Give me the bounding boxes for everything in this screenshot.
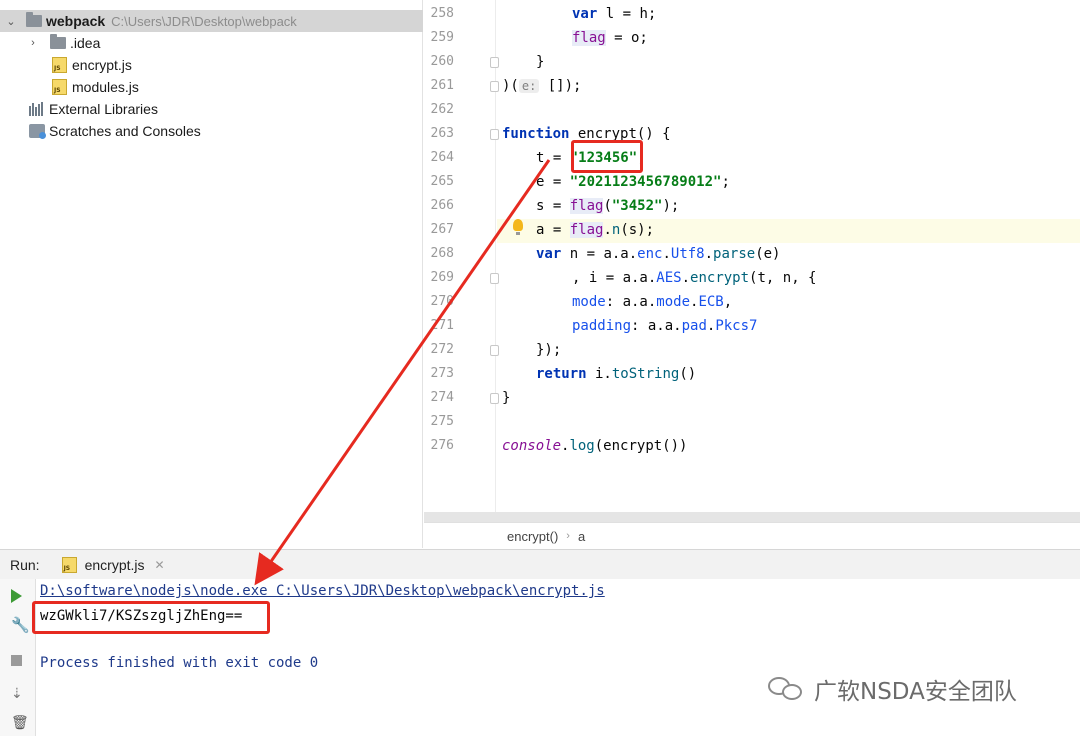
js-file-icon: JS — [52, 79, 67, 95]
breadcrumb: encrypt() › a — [424, 522, 1080, 549]
code-line: )(e: []); — [502, 78, 582, 94]
stop-icon[interactable] — [11, 655, 22, 666]
code-line: return i.toString() — [536, 366, 697, 382]
line-number: 259 — [430, 30, 454, 45]
editor-horizontal-scrollbar[interactable] — [424, 512, 1080, 522]
run-toolbar: Run: JS encrypt.js ✕ — [0, 549, 1080, 579]
line-number: 269 — [430, 270, 454, 285]
line-number: 261 — [430, 78, 454, 93]
lightbulb-icon[interactable] — [513, 219, 523, 235]
annotation-box-string — [571, 140, 643, 173]
line-number: 276 — [430, 438, 454, 453]
js-file-icon: JS — [61, 556, 77, 573]
line-number: 267 — [430, 222, 454, 237]
js-file-icon: JS — [52, 57, 67, 73]
scroll-to-end-icon[interactable]: ⇣ — [11, 685, 25, 701]
tree-root-webpack[interactable]: ⌄ webpack C:\Users\JDR\Desktop\webpack — [0, 10, 423, 32]
fold-marker-icon[interactable] — [490, 57, 499, 68]
libraries-icon — [29, 102, 45, 116]
code-line: e = "2021123456789012"; — [536, 174, 730, 190]
tree-item-idea[interactable]: › .idea — [0, 32, 423, 54]
parameter-hint: e: — [518, 79, 540, 93]
chevron-down-icon[interactable]: ⌄ — [4, 15, 18, 28]
line-number: 264 — [430, 150, 454, 165]
line-number: 266 — [430, 198, 454, 213]
scratches-icon — [29, 124, 46, 139]
line-number: 265 — [430, 174, 454, 189]
run-side-toolbar: 🔧 ⇣ 🗑 — [0, 579, 36, 736]
line-number: 260 — [430, 54, 454, 69]
tree-root-label: webpack — [46, 13, 106, 29]
line-number: 275 — [430, 414, 454, 429]
console-command[interactable]: D:\software\nodejs\node.exe C:\Users\JDR… — [40, 583, 605, 599]
code-line: mode: a.a.mode.ECB, — [572, 294, 733, 310]
tree-item-label: Scratches and Consoles — [49, 123, 201, 139]
fold-marker-icon[interactable] — [490, 273, 499, 284]
watermark-text: 广软NSDA安全团队 — [814, 679, 1017, 705]
line-number: 270 — [430, 294, 454, 309]
code-line: }); — [536, 342, 562, 358]
tree-item-label: modules.js — [72, 79, 139, 95]
code-line: flag = o; — [572, 30, 648, 46]
chevron-right-icon[interactable]: › — [26, 37, 40, 49]
run-tab-encrypt-js[interactable]: JS encrypt.js ✕ — [61, 556, 165, 573]
trash-icon[interactable]: 🗑 — [11, 714, 29, 730]
wechat-icon — [768, 675, 806, 703]
annotation-box-output — [32, 601, 270, 634]
tree-item-label: External Libraries — [49, 101, 158, 117]
fold-marker-icon[interactable] — [490, 393, 499, 404]
code-line: s = flag("3452"); — [536, 198, 680, 214]
code-line: padding: a.a.pad.Pkcs7 — [572, 318, 758, 334]
fold-marker-icon[interactable] — [490, 81, 499, 92]
tree-item-scratches[interactable]: Scratches and Consoles — [0, 120, 423, 142]
code-line: a = flag.n(s); — [536, 222, 655, 238]
code-line: } — [536, 54, 545, 70]
tree-root-path: C:\Users\JDR\Desktop\webpack — [111, 13, 297, 29]
breadcrumb-item[interactable]: encrypt() — [507, 529, 558, 544]
folder-icon — [26, 12, 42, 27]
code-line: console.log(encrypt()) — [502, 438, 688, 454]
code-line: , i = a.a.AES.encrypt(t, n, { — [572, 270, 817, 286]
code-line: var n = a.a.enc.Utf8.parse(e) — [536, 246, 781, 262]
fold-marker-icon[interactable] — [490, 345, 499, 356]
tree-item-modules-js[interactable]: JS modules.js — [0, 76, 423, 98]
line-number: 263 — [430, 126, 454, 141]
tree-item-encrypt-js[interactable]: JS encrypt.js — [0, 54, 423, 76]
wrench-icon[interactable]: 🔧 — [11, 616, 30, 634]
console-exit-message: Process finished with exit code 0 — [40, 655, 319, 671]
line-number: 272 — [430, 342, 454, 357]
rerun-icon[interactable] — [11, 589, 22, 603]
fold-marker-icon[interactable] — [490, 129, 499, 140]
tree-item-label: .idea — [70, 35, 101, 51]
line-number: 271 — [430, 318, 454, 333]
line-number: 258 — [430, 6, 454, 21]
code-line: } — [502, 390, 511, 406]
code-line: var l = h; — [572, 6, 657, 22]
tree-item-label: encrypt.js — [72, 57, 132, 73]
project-panel: ⌄ webpack C:\Users\JDR\Desktop\webpack ›… — [0, 0, 423, 548]
chevron-right-icon: › — [566, 530, 570, 542]
run-label: Run: — [10, 556, 40, 573]
watermark: 广软NSDA安全团队 — [768, 672, 1017, 706]
breadcrumb-item[interactable]: a — [578, 529, 585, 544]
line-number: 273 — [430, 366, 454, 381]
line-number: 268 — [430, 246, 454, 261]
tree-item-external-libraries[interactable]: External Libraries — [0, 98, 423, 120]
close-icon[interactable]: ✕ — [155, 558, 165, 572]
run-tab-label: encrypt.js — [84, 556, 145, 573]
folder-icon — [50, 34, 66, 49]
line-number: 262 — [430, 102, 454, 117]
line-number: 274 — [430, 390, 454, 405]
code-editor[interactable]: 258 259 260 261 262 263 264 265 266 267 … — [424, 0, 1080, 522]
